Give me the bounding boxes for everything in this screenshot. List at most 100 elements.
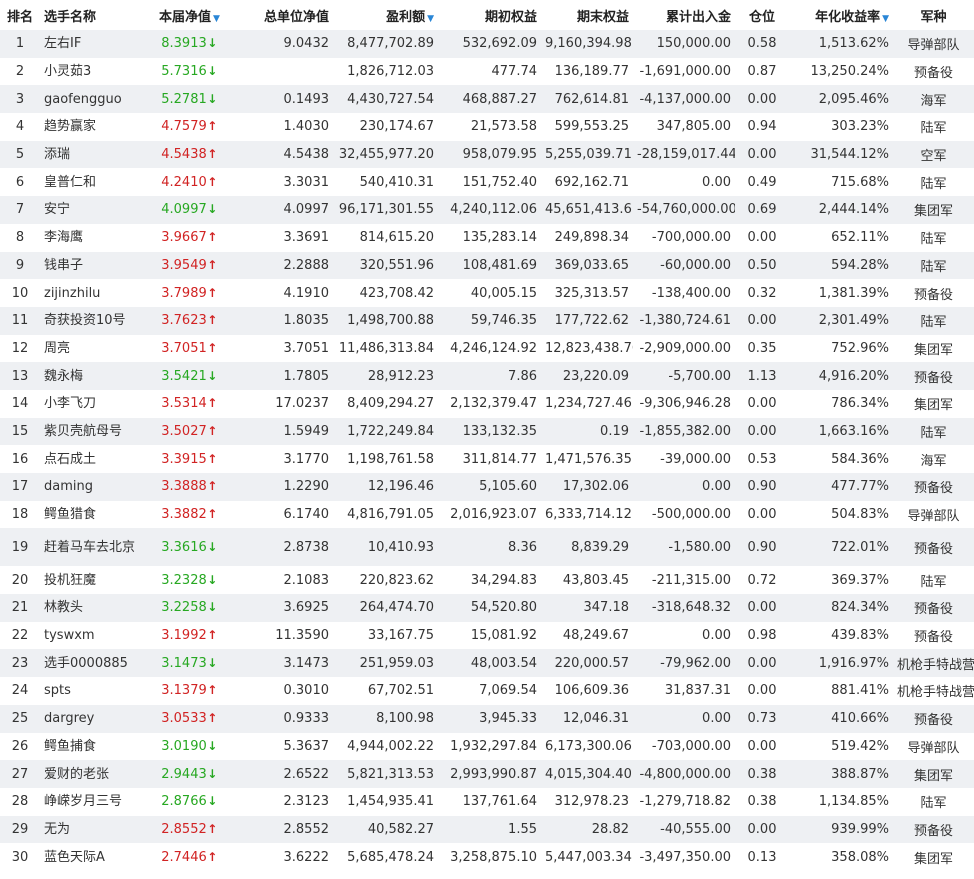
table-row[interactable]: 26 鳄鱼捕食 3.0190↓ 5.3637 4,944,002.22 1,932,297… xyxy=(0,732,974,761)
nav-cell: 3.5314↑ xyxy=(148,389,231,418)
category-cell: 集团军 xyxy=(893,196,974,224)
table-row[interactable]: 28 峥嵘岁月三号 2.8766↓ 2.3123 1,454,935.41 137,761… xyxy=(0,787,974,816)
start-equity-cell: 40,005.15 xyxy=(438,279,541,307)
player-name[interactable]: 选手0000885 xyxy=(40,649,148,678)
end-equity-cell: 599,553.25 xyxy=(541,113,633,141)
header-profit[interactable]: 盈利额 ▼ xyxy=(333,0,438,30)
player-name[interactable]: 紫贝壳航母号 xyxy=(40,417,148,446)
player-name[interactable]: 小李飞刀 xyxy=(40,389,148,418)
player-name[interactable]: 小灵茹3 xyxy=(40,57,148,86)
category-cell: 海军 xyxy=(893,85,974,114)
player-name[interactable]: 魏永梅 xyxy=(40,362,148,390)
arrow-up-icon: ↑ xyxy=(207,711,218,726)
table-row[interactable]: 4 趋势赢家 4.7579↑ 1.4030 230,174.67 21,573.58 599… xyxy=(0,113,974,141)
player-name[interactable]: 无为 xyxy=(40,815,148,844)
nav-value: 5.7316 xyxy=(161,64,207,80)
player-name[interactable]: 钱串子 xyxy=(40,251,148,280)
table-row[interactable]: 6 皇普仁和 4.2410↑ 3.3031 540,410.31 151,752.40 69… xyxy=(0,168,974,197)
table-row[interactable]: 20 投机狂魔 3.2328↓ 2.1083 220,823.62 34,294.83 43… xyxy=(0,566,974,595)
sort-down-icon[interactable]: ▼ xyxy=(882,14,889,24)
player-name[interactable]: 奇获投资10号 xyxy=(40,306,148,335)
end-equity-cell: 5,255,039.71 xyxy=(541,140,633,169)
annual-return-cell: 13,250.24% xyxy=(789,57,893,86)
table-row[interactable]: 15 紫贝壳航母号 3.5027↑ 1.5949 1,722,249.84 133,132… xyxy=(0,417,974,446)
unit-nav-cell: 2.3123 xyxy=(231,787,333,816)
unit-nav-cell: 1.5949 xyxy=(231,417,333,446)
table-row[interactable]: 25 dargrey 3.0533↑ 0.9333 8,100.98 3,945.33 12… xyxy=(0,704,974,733)
player-name[interactable]: tyswxm xyxy=(40,621,148,650)
table-row[interactable]: 22 tyswxm 3.1992↑ 11.3590 33,167.75 15,081.92… xyxy=(0,621,974,650)
table-row[interactable]: 16 点石成土 3.3915↑ 3.1770 1,198,761.58 311,814.7… xyxy=(0,445,974,473)
player-name[interactable]: 皇普仁和 xyxy=(40,168,148,197)
player-name[interactable]: 周亮 xyxy=(40,334,148,363)
player-name[interactable]: 林教头 xyxy=(40,594,148,622)
profit-cell: 11,486,313.84 xyxy=(333,334,438,363)
arrow-down-icon: ↓ xyxy=(207,655,218,670)
unit-nav-cell: 17.0237 xyxy=(231,389,333,418)
nav-value: 4.5438 xyxy=(161,147,207,163)
player-name[interactable]: 李海鹰 xyxy=(40,223,148,252)
table-row[interactable]: 21 林教头 3.2258↓ 3.6925 264,474.70 54,520.80 347… xyxy=(0,594,974,622)
profit-cell: 28,912.23 xyxy=(333,362,438,390)
table-row[interactable]: 24 spts 3.1379↑ 0.3010 67,702.51 7,069.54 106,… xyxy=(0,677,974,705)
table-row[interactable]: 13 魏永梅 3.5421↓ 1.7805 28,912.23 7.86 23,220.09… xyxy=(0,362,974,390)
sort-down-icon[interactable]: ▼ xyxy=(427,14,434,24)
rank-cell: 15 xyxy=(0,417,40,446)
player-name[interactable]: 鳄鱼猎食 xyxy=(40,500,148,529)
start-equity-cell: 2,993,990.87 xyxy=(438,760,541,788)
player-name[interactable]: zijinzhilu xyxy=(40,279,148,307)
player-name[interactable]: 峥嵘岁月三号 xyxy=(40,787,148,816)
player-name[interactable]: dargrey xyxy=(40,704,148,733)
table-row[interactable]: 3 gaofengguo 5.2781↓ 0.1493 4,430,727.54 468,… xyxy=(0,85,974,114)
nav-cell: 4.2410↑ xyxy=(148,168,231,197)
sort-down-icon[interactable]: ▼ xyxy=(213,14,220,24)
table-row[interactable]: 10 zijinzhilu 3.7989↑ 4.1910 423,708.42 40,00… xyxy=(0,279,974,307)
table-row[interactable]: 30 蓝色天际A 2.7446↑ 3.6222 5,685,478.24 3,258,87… xyxy=(0,843,974,871)
player-name[interactable]: 赶着马车去北京 xyxy=(40,528,148,567)
table-row[interactable]: 17 daming 3.3888↑ 1.2290 12,196.46 5,105.60 17… xyxy=(0,473,974,501)
nav-value: 3.3888 xyxy=(161,479,207,495)
player-name[interactable]: 投机狂魔 xyxy=(40,566,148,595)
player-name[interactable]: gaofengguo xyxy=(40,85,148,114)
table-row[interactable]: 14 小李飞刀 3.5314↑ 17.0237 8,409,294.27 2,132,37… xyxy=(0,389,974,418)
table-row[interactable]: 1 左右IF 8.3913↓ 9.0432 8,477,702.89 532,692.09… xyxy=(0,30,974,58)
position-cell: 0.00 xyxy=(735,594,789,622)
end-equity-cell: 5,447,003.34 xyxy=(541,843,633,871)
player-name[interactable]: spts xyxy=(40,677,148,705)
table-row[interactable]: 27 爱财的老张 2.9443↓ 2.6522 5,821,313.53 2,993,99… xyxy=(0,760,974,788)
position-cell: 0.38 xyxy=(735,760,789,788)
nav-value: 3.1473 xyxy=(161,655,207,671)
table-row[interactable]: 18 鳄鱼猎食 3.3882↑ 6.1740 4,816,791.05 2,016,923… xyxy=(0,500,974,529)
player-name[interactable]: 爱财的老张 xyxy=(40,760,148,788)
nav-value: 3.5421 xyxy=(161,368,207,384)
table-row[interactable]: 19 赶着马车去北京 3.3616↓ 2.8738 10,410.93 8.36 8,839… xyxy=(0,528,974,567)
header-nav[interactable]: 本届净值 ▼ xyxy=(148,0,231,30)
category-cell: 陆军 xyxy=(893,566,974,595)
player-name[interactable]: 点石成土 xyxy=(40,445,148,473)
table-row[interactable]: 9 钱串子 3.9549↑ 2.2888 320,551.96 108,481.69 369… xyxy=(0,251,974,280)
net-flow-cell: 0.00 xyxy=(633,168,735,197)
table-row[interactable]: 8 李海鹰 3.9667↑ 3.3691 814,615.20 135,283.14 249… xyxy=(0,223,974,252)
table-row[interactable]: 5 添瑞 4.5438↑ 4.5438 32,455,977.20 958,079.95 5… xyxy=(0,140,974,169)
table-row[interactable]: 7 安宁 4.0997↓ 4.0997 96,171,301.55 4,240,112.0… xyxy=(0,196,974,224)
table-row[interactable]: 23 选手0000885 3.1473↓ 3.1473 251,959.03 48,003… xyxy=(0,649,974,678)
table-row[interactable]: 12 周亮 3.7051↑ 3.7051 11,486,313.84 4,246,124.… xyxy=(0,334,974,363)
player-name[interactable]: 添瑞 xyxy=(40,140,148,169)
player-name[interactable]: 安宁 xyxy=(40,196,148,224)
player-name[interactable]: daming xyxy=(40,473,148,501)
table-row[interactable]: 11 奇获投资10号 3.7623↑ 1.8035 1,498,700.88 59,746… xyxy=(0,306,974,335)
position-cell: 0.00 xyxy=(735,417,789,446)
header-annual-return[interactable]: 年化收益率 ▼ xyxy=(789,0,893,30)
player-name[interactable]: 左右IF xyxy=(40,30,148,58)
unit-nav-cell: 3.3691 xyxy=(231,223,333,252)
player-name[interactable]: 鳄鱼捕食 xyxy=(40,732,148,761)
rank-cell: 4 xyxy=(0,113,40,141)
table-row[interactable]: 29 无为 2.8552↑ 2.8552 40,582.27 1.55 28.82 -40,5… xyxy=(0,815,974,844)
player-name[interactable]: 蓝色天际A xyxy=(40,843,148,871)
nav-value: 3.7623 xyxy=(161,313,207,329)
player-name[interactable]: 趋势赢家 xyxy=(40,113,148,141)
category-cell: 导弹部队 xyxy=(893,732,974,761)
start-equity-cell: 7,069.54 xyxy=(438,677,541,705)
nav-cell: 3.1992↑ xyxy=(148,621,231,650)
table-row[interactable]: 2 小灵茹3 5.7316↓ 1,826,712.03 477.74 136,189.77… xyxy=(0,57,974,86)
